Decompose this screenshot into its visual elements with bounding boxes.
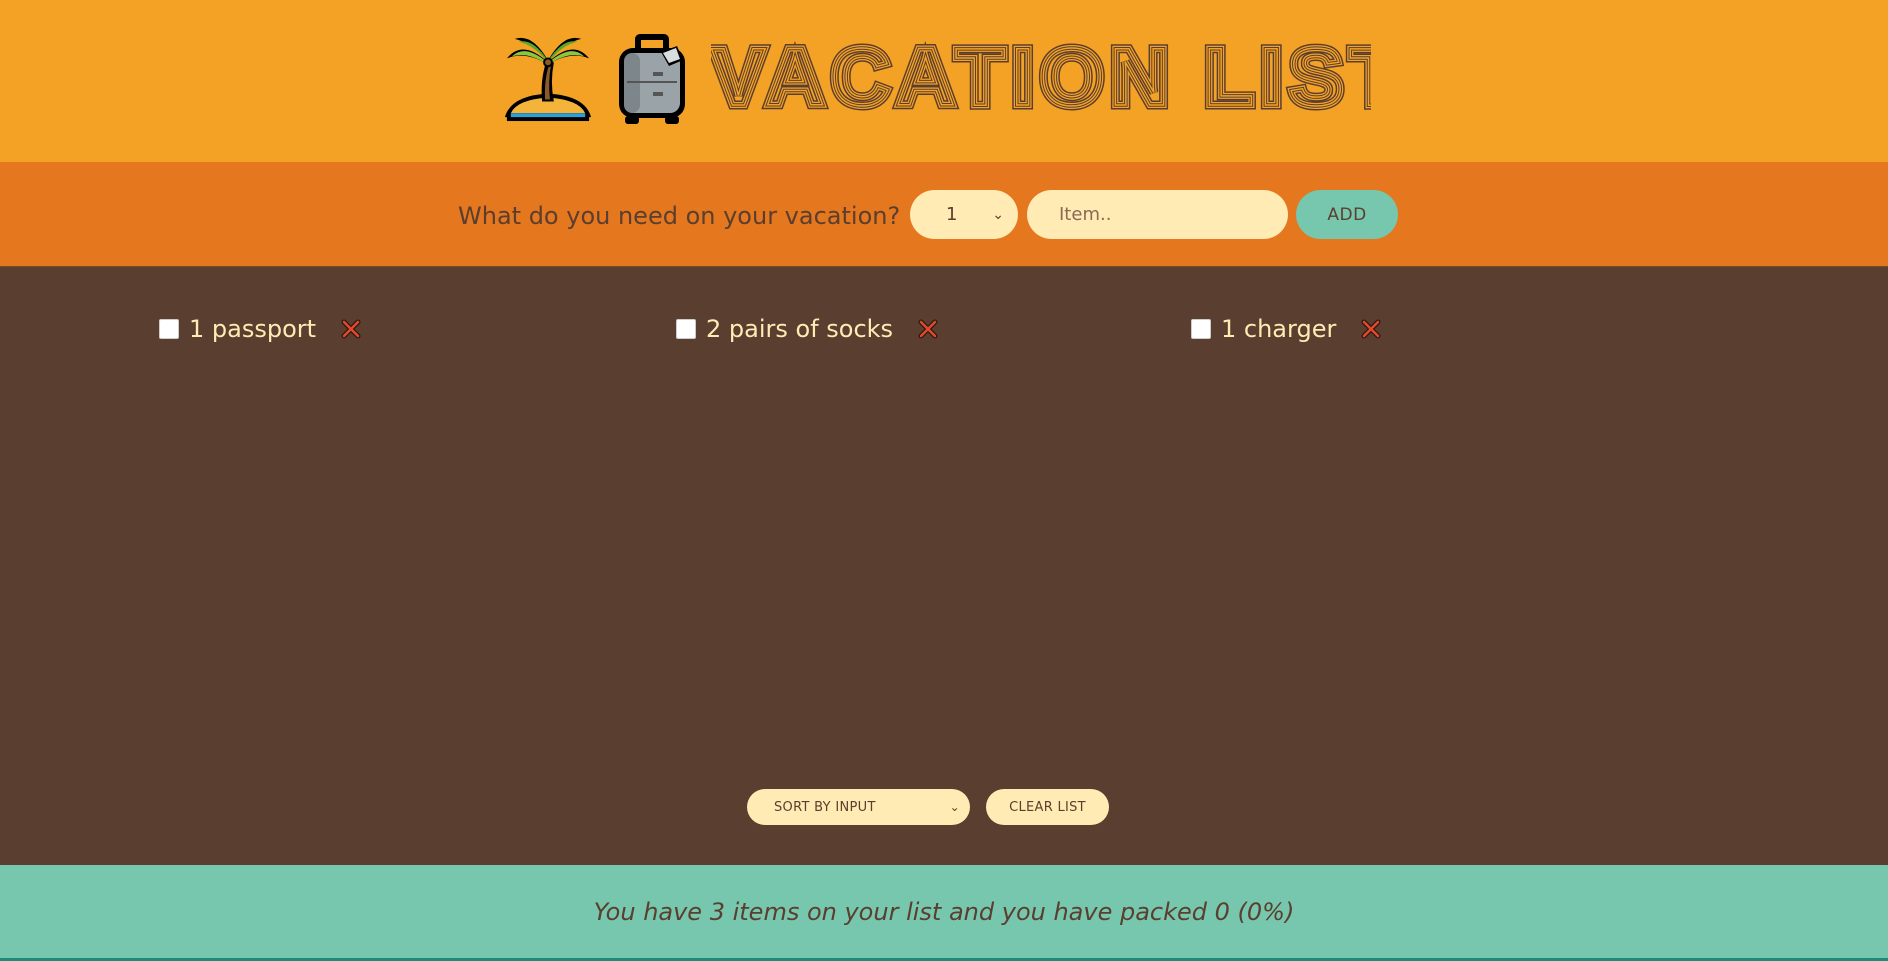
chevron-down-icon: ⌄ (992, 206, 1004, 223)
quantity-value: 1 (946, 204, 958, 225)
close-icon (1361, 319, 1381, 339)
item-checkbox[interactable] (1191, 319, 1211, 339)
list-item: 1 charger (1191, 312, 1382, 346)
close-icon (918, 319, 938, 339)
packing-list (0, 267, 1888, 865)
item-label: 1 charger (1221, 315, 1337, 343)
close-icon (341, 319, 361, 339)
logo: VACATION LIST VACATION LIST VACATION LIS… (503, 28, 1371, 124)
stats-footer: You have 3 items on your list and you ha… (0, 865, 1888, 961)
item-label: 2 pairs of socks (706, 315, 894, 343)
list-item: 1 passport (159, 312, 362, 346)
app-header: VACATION LIST VACATION LIST VACATION LIS… (0, 0, 1888, 162)
delete-button[interactable] (340, 318, 362, 340)
luggage-icon (607, 28, 697, 124)
clear-list-button[interactable]: CLEAR LIST (986, 789, 1109, 825)
list-item: 2 pairs of socks (676, 312, 939, 346)
sort-value: SORT BY INPUT (774, 799, 876, 815)
item-checkbox[interactable] (159, 319, 179, 339)
palm-tree-icon (503, 28, 593, 124)
svg-text:VACATION LIST: VACATION LIST (711, 32, 1371, 121)
form-question-label: What do you need on your vacation? (458, 202, 901, 230)
item-checkbox[interactable] (676, 319, 696, 339)
delete-button[interactable] (1360, 318, 1382, 340)
app-title: VACATION LIST VACATION LIST VACATION LIS… (711, 31, 1371, 121)
item-label: 1 passport (189, 315, 317, 343)
sort-select[interactable]: SORT BY INPUT ⌄ (747, 789, 970, 825)
delete-button[interactable] (917, 318, 939, 340)
chevron-down-icon: ⌄ (949, 800, 960, 814)
quantity-select[interactable]: 1 ⌄ (910, 190, 1018, 239)
item-input[interactable] (1027, 190, 1288, 239)
stats-text: You have 3 items on your list and you ha… (593, 897, 1295, 926)
add-button[interactable]: ADD (1296, 190, 1398, 239)
